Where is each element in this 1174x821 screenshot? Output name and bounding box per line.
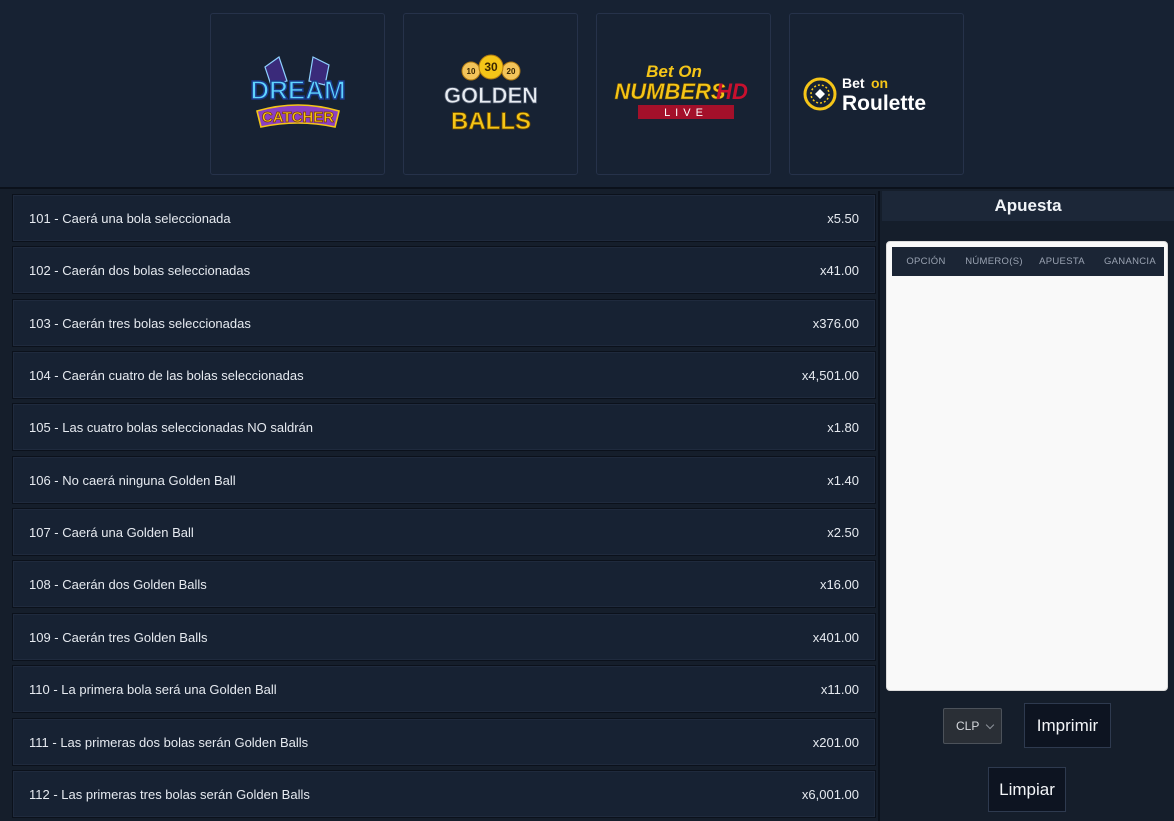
roulette-word: Roulette bbox=[842, 92, 926, 115]
bet-option-label: 108 - Caerán dos Golden Balls bbox=[29, 576, 207, 592]
bet-slip-table: OPCIÓN NÚMERO(S) APUESTA GANANCIA bbox=[886, 241, 1168, 691]
bet-option-label: 106 - No caerá ninguna Golden Ball bbox=[29, 472, 236, 488]
hd-word: HD bbox=[716, 79, 748, 104]
bet-option-label: 109 - Caerán tres Golden Balls bbox=[29, 629, 208, 645]
currency-select[interactable]: CLP bbox=[943, 708, 1002, 744]
bet-option-label: 102 - Caerán dos bolas seleccionadas bbox=[29, 262, 251, 278]
bet-options-list: 101 - Caerá una bola seleccionada x5.50 … bbox=[0, 191, 880, 821]
bet-option-110[interactable]: 110 - La primera bola será una Golden Ba… bbox=[12, 665, 876, 713]
golden-balls-logo-icon: 10 30 20 GOLDEN BALLS bbox=[443, 54, 538, 135]
roulette-bet-word: Bet bbox=[842, 75, 865, 91]
bet-option-101[interactable]: 101 - Caerá una bola seleccionada x5.50 bbox=[12, 194, 876, 242]
print-button[interactable]: Imprimir bbox=[1024, 703, 1111, 748]
chevron-down-icon bbox=[985, 720, 995, 730]
bet-option-odds: x11.00 bbox=[820, 681, 859, 697]
bet-option-label: 111 - Las primeras dos bolas serán Golde… bbox=[29, 734, 309, 750]
column-header-numbers: NÚMERO(S) bbox=[965, 256, 1023, 267]
bet-option-108[interactable]: 108 - Caerán dos Golden Balls x16.00 bbox=[12, 560, 876, 608]
game-selector-bar: DREAM CATCHER 10 30 20 GOLDEN BALLS Bet … bbox=[0, 0, 1174, 189]
ball-left-number: 10 bbox=[466, 67, 475, 76]
bet-option-105[interactable]: 105 - Las cuatro bolas seleccionadas NO … bbox=[12, 403, 876, 451]
bet-option-odds: x401.00 bbox=[812, 629, 859, 645]
bet-option-odds: x5.50 bbox=[827, 210, 859, 226]
game-card-golden-balls[interactable]: 10 30 20 GOLDEN BALLS bbox=[403, 13, 578, 175]
bet-option-odds: x376.00 bbox=[812, 315, 859, 331]
bet-slip-table-header: OPCIÓN NÚMERO(S) APUESTA GANANCIA bbox=[892, 247, 1164, 276]
bet-option-label: 104 - Caerán cuatro de las bolas selecci… bbox=[29, 367, 304, 383]
ball-right-number: 20 bbox=[506, 67, 515, 76]
bet-option-111[interactable]: 111 - Las primeras dos bolas serán Golde… bbox=[12, 718, 876, 766]
bet-slip: Apuesta OPCIÓN NÚMERO(S) APUESTA GANANCI… bbox=[882, 191, 1174, 821]
bet-option-odds: x201.00 bbox=[812, 734, 859, 750]
numbers-word: NUMBERS bbox=[614, 79, 726, 104]
clear-button[interactable]: Limpiar bbox=[988, 767, 1066, 812]
live-word: LIVE bbox=[664, 107, 708, 119]
bet-option-104[interactable]: 104 - Caerán cuatro de las bolas selecci… bbox=[12, 351, 876, 399]
game-card-bet-on-numbers[interactable]: Bet On NUMBERS HD LIVE bbox=[596, 13, 771, 175]
bet-on-roulette-logo-icon: Bet on Roulette bbox=[803, 75, 926, 115]
bet-option-odds: x4,501.00 bbox=[801, 367, 859, 383]
bet-option-label: 107 - Caerá una Golden Ball bbox=[29, 524, 194, 540]
roulette-on-word: on bbox=[871, 75, 888, 91]
bet-option-odds: x41.00 bbox=[819, 262, 859, 278]
bet-option-odds: x16.00 bbox=[819, 576, 859, 592]
bet-option-label: 105 - Las cuatro bolas seleccionadas NO … bbox=[29, 419, 313, 435]
bet-option-label: 110 - La primera bola será una Golden Ba… bbox=[29, 681, 277, 697]
balls-word: BALLS bbox=[451, 108, 531, 135]
bet-option-106[interactable]: 106 - No caerá ninguna Golden Ball x1.40 bbox=[12, 456, 876, 504]
dream-word: DREAM bbox=[250, 75, 345, 105]
bet-option-112[interactable]: 112 - Las primeras tres bolas serán Gold… bbox=[12, 770, 876, 818]
bet-option-odds: x1.80 bbox=[827, 419, 859, 435]
bet-option-label: 103 - Caerán tres bolas seleccionadas bbox=[29, 315, 251, 331]
bet-option-107[interactable]: 107 - Caerá una Golden Ball x2.50 bbox=[12, 508, 876, 556]
bet-option-odds: x2.50 bbox=[827, 524, 859, 540]
ball-center-number: 30 bbox=[484, 60, 498, 74]
bet-option-odds: x6,001.00 bbox=[801, 786, 859, 802]
column-header-option: OPCIÓN bbox=[906, 256, 946, 267]
bet-option-103[interactable]: 103 - Caerán tres bolas seleccionadas x3… bbox=[12, 299, 876, 347]
golden-word: GOLDEN bbox=[443, 83, 537, 108]
dream-catcher-logo-icon: DREAM CATCHER bbox=[249, 56, 346, 128]
column-header-winnings: GANANCIA bbox=[1103, 256, 1157, 267]
bet-slip-title: Apuesta bbox=[882, 191, 1174, 221]
bet-option-102[interactable]: 102 - Caerán dos bolas seleccionadas x41… bbox=[12, 246, 876, 294]
game-card-bet-on-roulette[interactable]: Bet on Roulette bbox=[789, 13, 964, 175]
bet-option-109[interactable]: 109 - Caerán tres Golden Balls x401.00 bbox=[12, 613, 876, 661]
bet-option-label: 112 - Las primeras tres bolas serán Gold… bbox=[29, 786, 310, 802]
catcher-word: CATCHER bbox=[261, 109, 333, 126]
currency-value: CLP bbox=[956, 719, 980, 733]
game-card-dream-catcher[interactable]: DREAM CATCHER bbox=[210, 13, 385, 175]
column-header-bet: APUESTA bbox=[1039, 256, 1085, 267]
bet-option-odds: x1.40 bbox=[827, 472, 859, 488]
bet-on-numbers-logo-icon: Bet On NUMBERS HD LIVE bbox=[614, 62, 748, 119]
bet-option-label: 101 - Caerá una bola seleccionada bbox=[29, 210, 231, 226]
